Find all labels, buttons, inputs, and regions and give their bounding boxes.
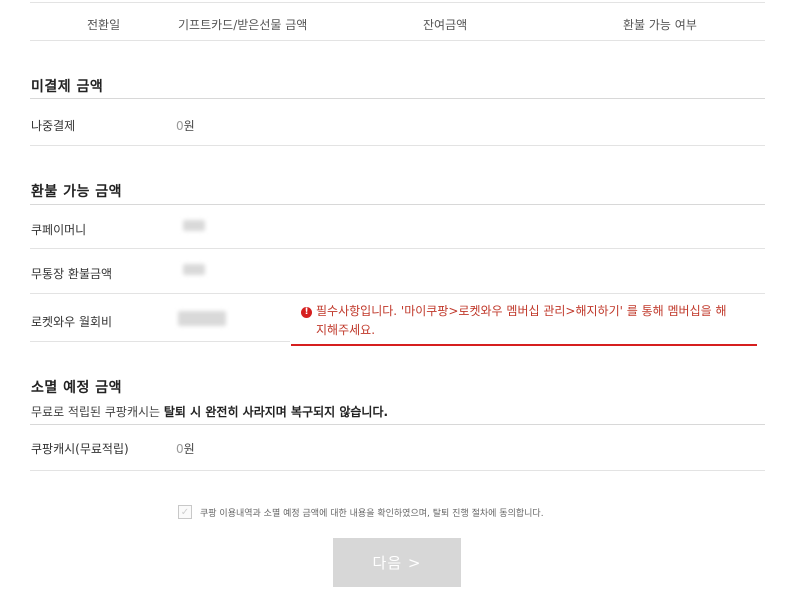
row-divider-3	[30, 341, 290, 342]
refundable-divider	[30, 204, 765, 205]
error-underline	[291, 344, 757, 346]
bank-refund-label: 무통장 환불금액	[31, 267, 113, 281]
expiring-divider	[30, 424, 765, 425]
unpaid-divider	[30, 98, 765, 99]
bank-refund-blurred-amount	[183, 264, 205, 275]
unpaid-row-divider	[30, 145, 765, 146]
agreement-row[interactable]: ✓ 쿠팡 이용내역과 소멸 예정 금액에 대한 내용을 확인하였으며, 탈퇴 진…	[178, 505, 544, 519]
col-header-conversion-date: 전환일	[87, 18, 121, 32]
coupay-money-label: 쿠페이머니	[31, 223, 87, 237]
coupang-cash-label: 쿠팡캐시(무료적립)	[31, 442, 129, 456]
next-button[interactable]: 다음 >	[333, 538, 461, 587]
expiring-warning: 무료로 적립된 쿠팡캐시는 탈퇴 시 완전히 사라지며 복구되지 않습니다.	[31, 405, 389, 419]
agreement-text: 쿠팡 이용내역과 소멸 예정 금액에 대한 내용을 확인하였으며, 탈퇴 진행 …	[200, 508, 544, 519]
row-divider-1	[30, 248, 765, 249]
error-icon: !	[301, 307, 312, 318]
col-header-remaining: 잔여금액	[423, 18, 468, 32]
header-divider	[30, 40, 765, 41]
coupay-money-blurred-amount	[183, 220, 205, 231]
rocket-wow-fee-label: 로켓와우 월회비	[31, 315, 113, 329]
rocket-wow-fee-blurred-amount	[178, 311, 226, 326]
expiring-section-title: 소멸 예정 금액	[31, 380, 123, 396]
refundable-section-title: 환불 가능 금액	[31, 184, 123, 200]
later-pay-amount: 0원	[176, 119, 195, 133]
row-divider-2	[30, 293, 765, 294]
later-pay-label: 나중결제	[31, 119, 76, 133]
top-border	[30, 2, 765, 3]
rocket-wow-error-message: ! 필수사항입니다. '마이쿠팡>로켓와우 멤버십 관리>해지하기' 를 통해 멤…	[301, 302, 761, 340]
coupang-cash-amount: 0원	[176, 442, 195, 456]
agreement-checkbox[interactable]: ✓	[178, 505, 192, 519]
col-header-gift-amount: 기프트카드/받은선물 금액	[178, 18, 308, 32]
expiring-row-divider	[30, 470, 765, 471]
col-header-refundable: 환불 가능 여부	[623, 18, 697, 32]
unpaid-section-title: 미결제 금액	[31, 79, 104, 95]
